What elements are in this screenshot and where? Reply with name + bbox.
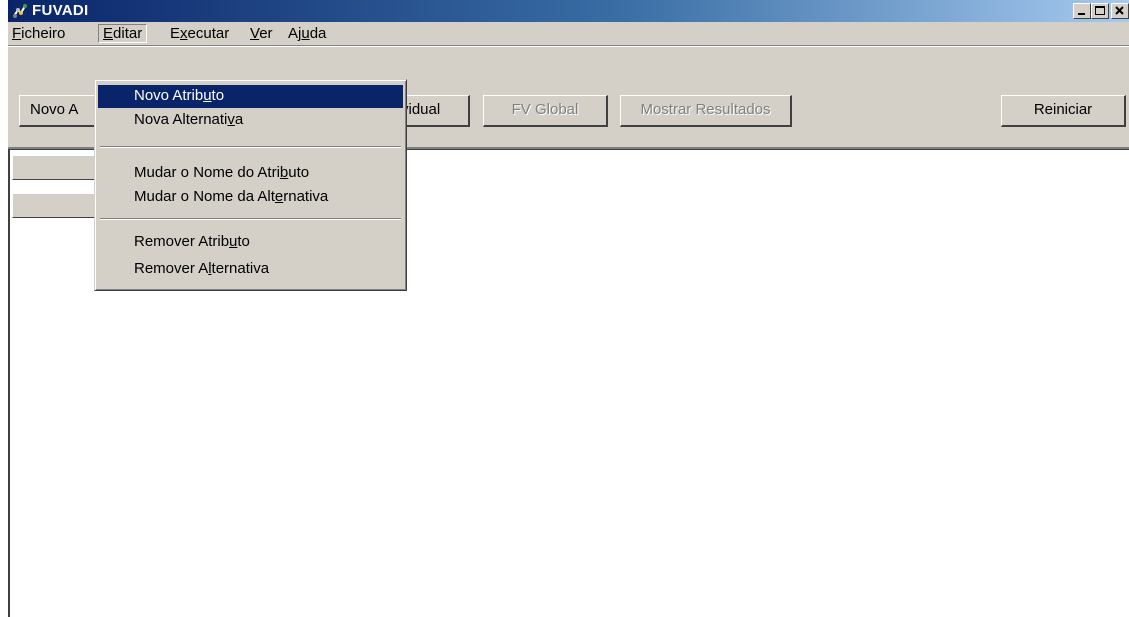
menu-item-novo-atributo[interactable]: Novo Atributo [98, 85, 403, 108]
minimize-icon [1078, 13, 1085, 15]
title-bar[interactable]: FUVADI [8, 0, 1129, 22]
menu-editar[interactable]: Editar [98, 24, 148, 43]
menu-item-nova-alternativa[interactable]: Nova Alternativa [98, 109, 403, 132]
menu-executar[interactable]: Executar [166, 24, 233, 43]
maximize-icon [1095, 6, 1105, 15]
menu-bar: Ficheiro Editar Executar Ver Ajuda [8, 22, 1129, 44]
toolbar-divider-highlight [8, 46, 1129, 47]
editar-dropdown-menu: Novo Atributo Nova Alternativa Mudar o N… [94, 79, 407, 291]
menu-ver[interactable]: Ver [246, 24, 277, 43]
minimize-button[interactable] [1073, 3, 1091, 19]
menu-item-remover-atributo[interactable]: Remover Atributo [98, 231, 403, 254]
fv-global-button[interactable]: FV Global [483, 95, 608, 127]
grid-header-cell[interactable] [12, 155, 102, 180]
novo-atributo-button[interactable]: Novo A [19, 95, 99, 127]
reiniciar-button[interactable]: Reiniciar [1001, 95, 1126, 127]
window-title: FUVADI [32, 2, 89, 19]
mostrar-resultados-button[interactable]: Mostrar Resultados [620, 95, 792, 127]
menu-item-mudar-nome-atributo[interactable]: Mudar o Nome do Atributo [98, 162, 403, 185]
menu-item-remover-alternativa[interactable]: Remover Alternativa [98, 258, 403, 281]
maximize-button[interactable] [1091, 3, 1109, 19]
close-icon [1115, 6, 1124, 15]
menu-separator [100, 146, 401, 148]
close-button[interactable] [1111, 3, 1129, 19]
menu-ficheiro[interactable]: Ficheiro [8, 24, 69, 43]
menu-separator [100, 218, 401, 220]
menu-ajuda[interactable]: Ajuda [284, 24, 330, 43]
menu-item-mudar-nome-alternativa[interactable]: Mudar o Nome da Alternativa [98, 186, 403, 209]
grid-header-cell[interactable] [12, 193, 102, 218]
app-icon[interactable] [12, 3, 29, 19]
